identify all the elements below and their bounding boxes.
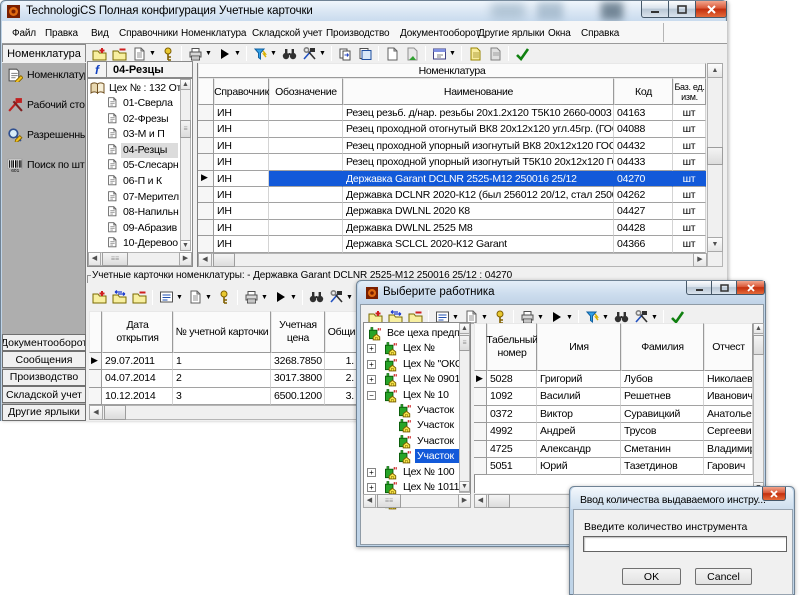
svg-text:601: 601: [11, 168, 19, 172]
